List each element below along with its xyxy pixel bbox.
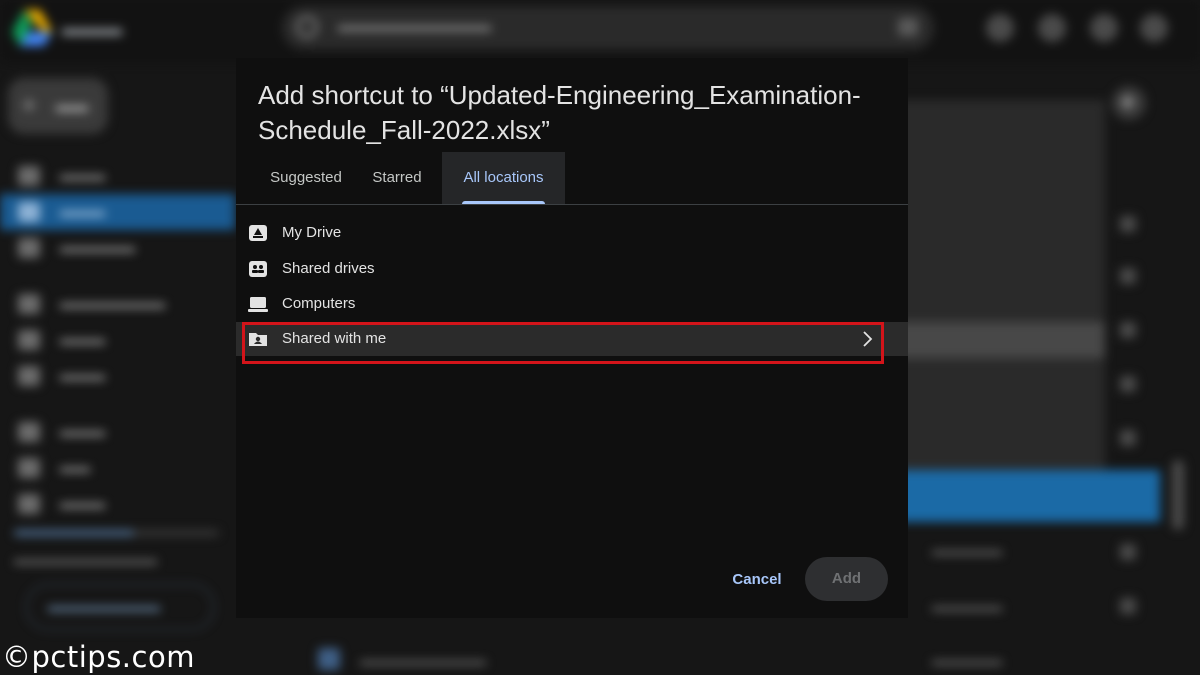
details-row-selected <box>880 322 1105 358</box>
location-tabs: Suggested Starred All locations <box>236 152 908 205</box>
get-more-storage-blurred: ▬▬▬▬▬▬▬▬ <box>48 598 160 614</box>
settings-icon <box>1038 14 1066 42</box>
file-name-blurred: ▬▬▬▬▬▬▬▬▬ <box>360 652 486 668</box>
add-button[interactable]: Add <box>805 557 888 601</box>
details-panel <box>880 100 1105 470</box>
plus-icon: + <box>22 92 37 119</box>
search-placeholder-blurred: ▬▬▬▬▬▬▬▬▬ <box>338 16 491 35</box>
file-icon <box>318 648 340 670</box>
file-date-blurred: ▬▬▬▬▬ <box>932 652 1002 668</box>
drive-logo-icon <box>12 10 52 46</box>
new-label-blurred: ▬▬ <box>56 98 88 115</box>
more-icon <box>1120 430 1136 446</box>
nav-item: ▬▬▬ <box>0 358 235 394</box>
storage-bar-fill <box>14 530 134 536</box>
location-label: Computers <box>282 295 356 312</box>
more-icon <box>1120 598 1136 614</box>
computer-icon <box>248 297 268 312</box>
tab-starred[interactable]: Starred <box>364 152 430 204</box>
tab-all-locations-label: All locations <box>463 169 544 186</box>
location-computers[interactable]: Computers <box>236 287 908 321</box>
nav-item: ▬▬▬ <box>0 486 235 522</box>
help-icon <box>986 14 1014 42</box>
tune-icon <box>898 18 918 36</box>
my-drive-icon <box>249 225 267 241</box>
nav-item: ▬▬ <box>0 450 235 486</box>
nav-item: ▬▬▬ <box>0 322 235 358</box>
more-icon <box>1120 268 1136 284</box>
nav-item: ▬▬▬ <box>0 158 235 194</box>
plus-icon: + <box>1119 86 1137 119</box>
location-label: My Drive <box>282 224 342 241</box>
location-my-drive[interactable]: My Drive <box>236 216 908 250</box>
nav-item-active: ▬▬▬ <box>0 194 235 230</box>
selected-file-row <box>880 470 1160 522</box>
nav-item: ▬▬▬▬▬ <box>0 230 235 266</box>
more-icon <box>1120 322 1136 338</box>
location-shared-drives[interactable]: Shared drives <box>236 252 908 286</box>
storage-text-blurred: ▬▬▬▬▬▬▬▬▬▬▬ <box>14 552 157 567</box>
highlight-box <box>242 322 884 364</box>
nav-item: ▬▬▬ <box>0 414 235 450</box>
more-icon <box>1120 544 1136 560</box>
tab-all-locations[interactable]: All locations <box>442 152 565 204</box>
search-icon <box>296 16 318 38</box>
scrollbar <box>1172 460 1184 530</box>
more-icon <box>1120 376 1136 392</box>
shared-drives-icon <box>249 261 267 277</box>
file-date-blurred: ▬▬▬▬▬ <box>932 542 1002 558</box>
gemini-icon <box>1090 14 1118 42</box>
tab-suggested[interactable]: Suggested <box>248 152 364 204</box>
apps-icon <box>1140 14 1168 42</box>
nav-item: ▬▬▬▬▬▬▬ <box>0 286 235 322</box>
location-label: Shared drives <box>282 260 375 277</box>
dialog-title: Add shortcut to “Updated-Engineering_Exa… <box>258 80 861 145</box>
cancel-button[interactable]: Cancel <box>722 558 792 602</box>
file-date-blurred: ▬▬▬▬▬ <box>932 598 1002 614</box>
app-name-blurred: ▬▬▬ <box>62 18 122 40</box>
more-icon <box>1120 216 1136 232</box>
watermark: ©pctips.com <box>2 640 195 674</box>
active-tab-indicator <box>462 201 545 204</box>
